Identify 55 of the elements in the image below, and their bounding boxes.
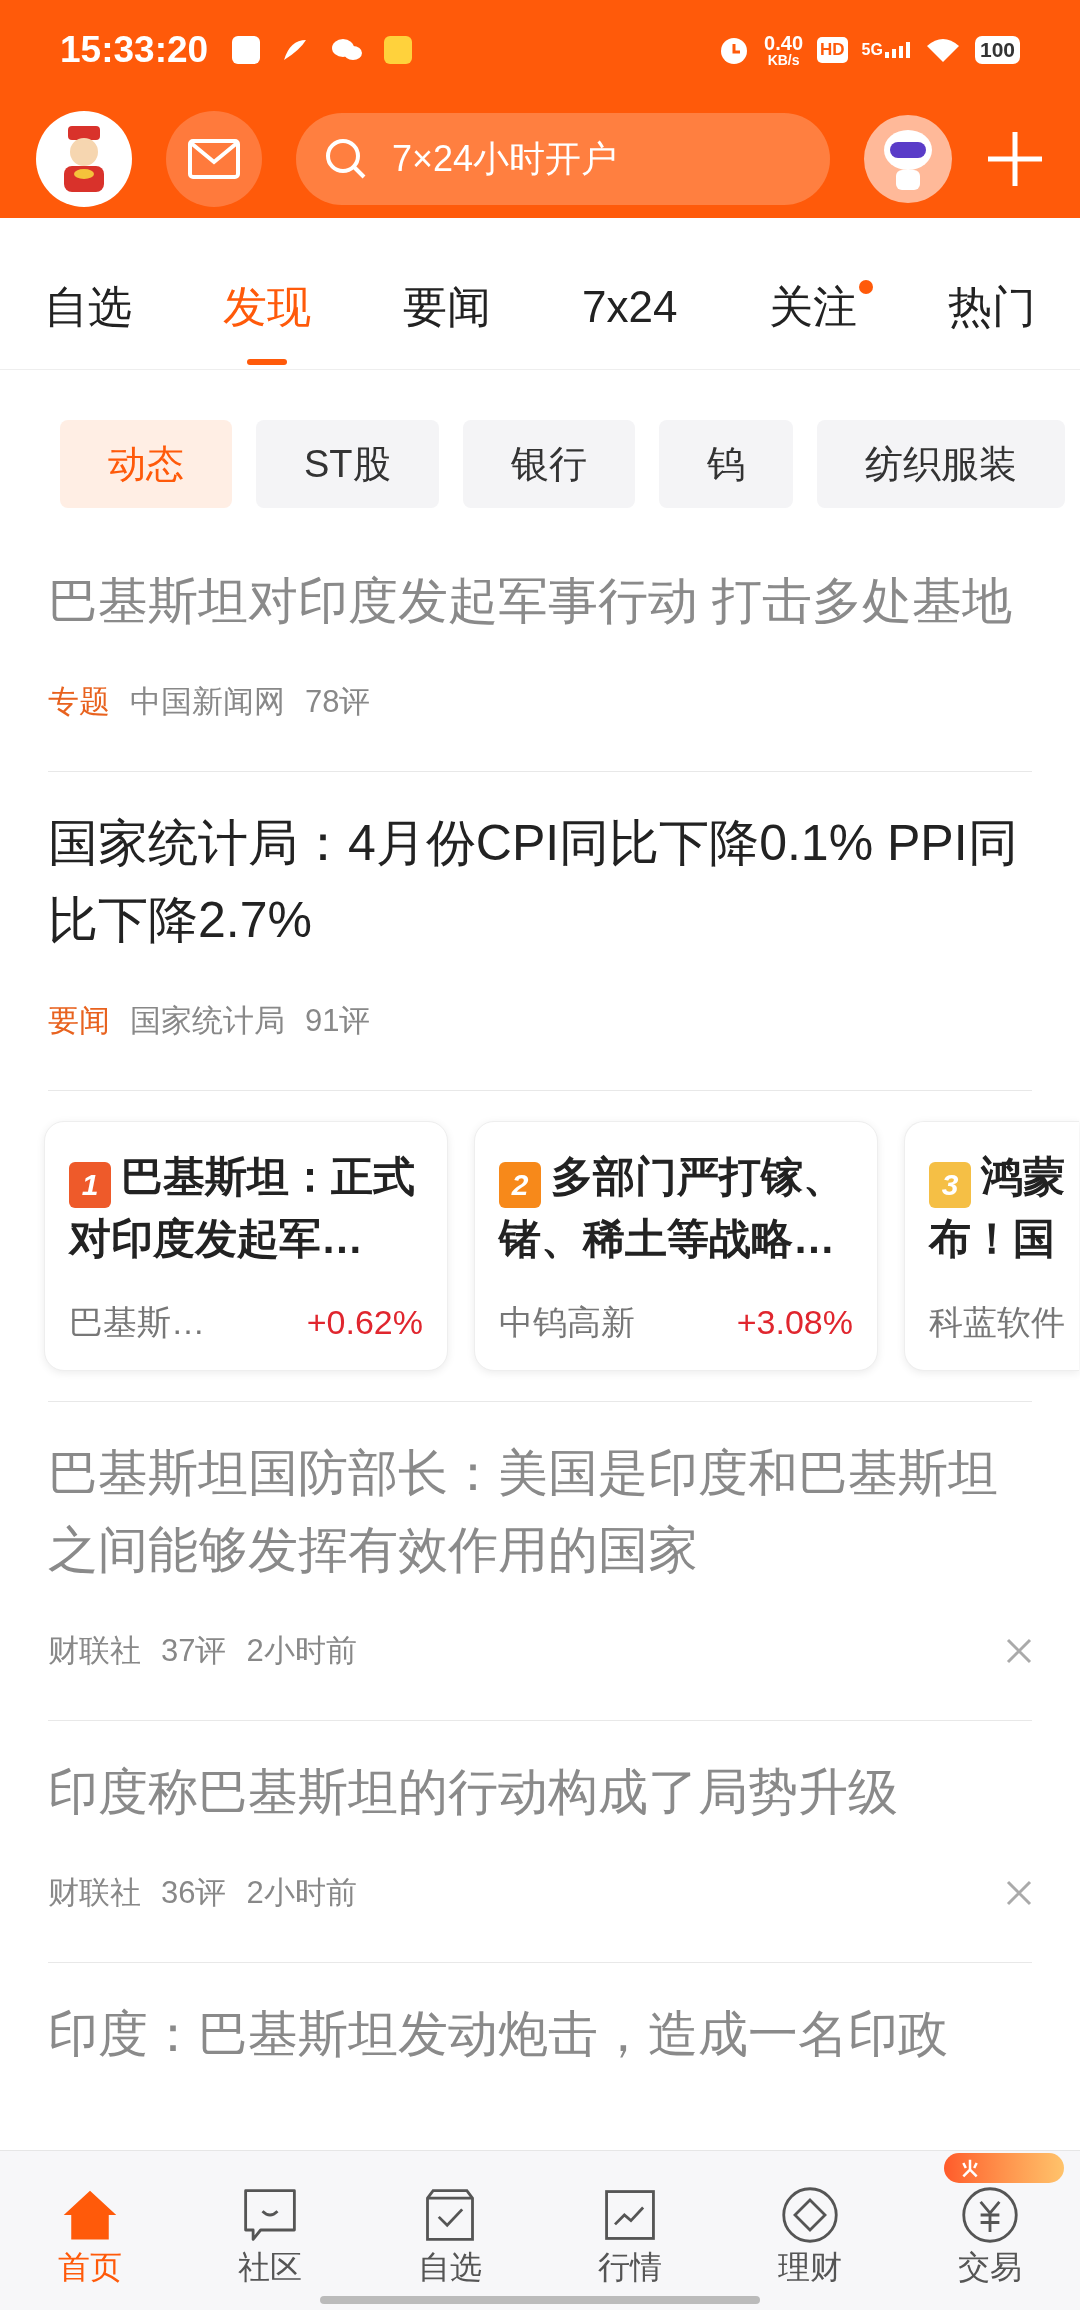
tab[interactable]: 热门 [948,218,1036,369]
news-meta: 国家统计局 [130,1002,285,1040]
stock-change: +0.62% [306,1302,423,1343]
network-speed-unit: KB/s [767,53,800,67]
filter-chip[interactable]: 纺织服装 [816,420,1065,508]
filter-chip[interactable]: 钨 [658,420,793,508]
hd-badge: HD [817,37,848,63]
tab[interactable]: 要闻 [402,218,491,369]
network-type: 5G [861,42,883,58]
tab-underline [247,359,288,365]
search-icon [324,137,368,181]
stock-name: 科蓝软件 [929,1302,1065,1343]
card-title: 1 巴基斯坦：正式对印度发起军… [69,1152,416,1264]
nav-tab[interactable]: 交易 [958,2185,1022,2310]
news-meta: 78评 [305,683,371,721]
news-meta: 2小时前 [246,1631,357,1670]
news-meta: 2小时前 [246,1873,357,1912]
news-meta: 财联社 [48,1873,141,1912]
nav-tab[interactable]: 社区 [238,2185,302,2310]
hot-topic-card[interactable]: 1 巴基斯坦：正式对印度发起军… 巴基斯… +0.62% [44,1121,448,1371]
filter-chip[interactable]: ST股 [256,420,439,508]
promo-badge[interactable] [944,2153,1064,2183]
tab[interactable]: 关注 [768,218,857,369]
signal-icon [884,42,911,58]
yuan-icon [960,2185,1020,2245]
status-time: 15:33:20 [60,28,209,73]
stock-name: 巴基斯… [69,1302,205,1343]
news-title[interactable]: 国家统计局：4月份CPI同比下降0.1% PPI同比下降2.7% [48,805,1032,959]
plus-icon[interactable] [986,130,1044,188]
hot-topic-card[interactable]: 3 鸿蒙布！国 科蓝软件 [904,1121,1079,1371]
flame-icon [960,2158,980,2178]
stock-change: +3.08% [736,1302,853,1343]
card-title: 3 鸿蒙布！国 [929,1152,1066,1264]
close-icon[interactable] [1006,1880,1032,1906]
tab[interactable]: 7x24 [581,218,678,369]
card-title: 2 多部门严打镓、锗、稀土等战略… [499,1152,846,1264]
nav-tab[interactable]: 理财 [778,2185,842,2310]
search-field[interactable]: 7×24小时开户 [296,113,830,205]
news-meta: 91评 [305,1002,371,1040]
news-meta: 财联社 [48,1631,141,1670]
battery-level: 100 [974,36,1020,64]
news-meta: 36评 [161,1873,227,1912]
nav-tab[interactable]: 自选 [418,2185,482,2310]
filter-chip[interactable]: 银行 [462,420,635,508]
news-meta: 中国新闻网 [130,683,285,721]
stock-name: 中钨高新 [499,1302,635,1343]
news-meta: 37评 [161,1631,227,1670]
nav-tab[interactable]: 行情 [598,2185,662,2310]
mail-icon [187,138,241,180]
hot-topic-card[interactable]: 2 多部门严打镓、锗、稀土等战略… 中钨高新 +3.08% [474,1121,878,1371]
tab[interactable]: 自选 [44,218,132,369]
app-icon [384,36,413,64]
close-icon[interactable] [1006,1638,1032,1664]
network-speed: 0.40 [764,33,804,53]
app-icon [232,36,261,64]
